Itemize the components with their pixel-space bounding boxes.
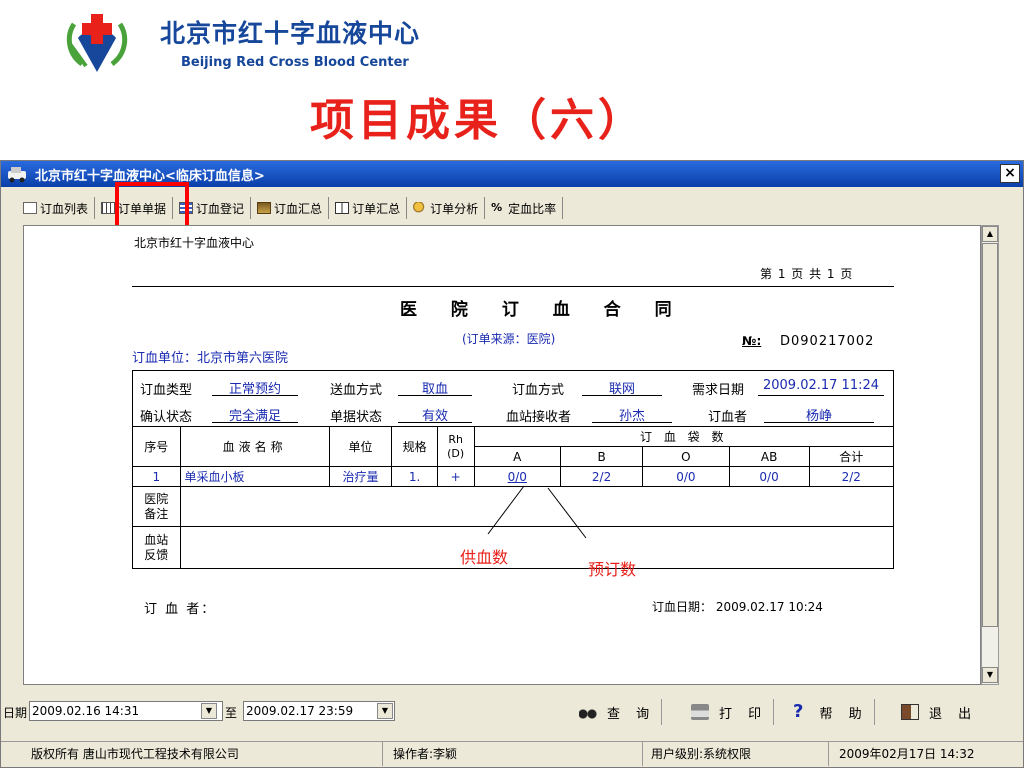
query-label: 查 询: [607, 706, 656, 722]
date-from-value: 2009.02.16 14:31: [32, 704, 140, 718]
cell-b: 2/2: [559, 466, 644, 487]
order-table: 序号 血液名称 单位 规格 Rh (D) 订 血 袋 数 A B O AB 合计…: [132, 370, 895, 569]
hospital-remark-cell[interactable]: [179, 486, 895, 527]
key-icon: [413, 202, 428, 214]
col-header-unit: 单位: [328, 426, 393, 467]
printer-icon: [691, 704, 709, 720]
list-icon: [23, 202, 37, 214]
slide-title: 项目成果（六）: [310, 95, 646, 146]
col-header-a: A: [473, 446, 561, 467]
col-header-spec: 规格: [391, 426, 438, 467]
tab-bar: 订血列表 订单单据 订血登记 订血汇总 订单汇总 订单分析 % 定血比率: [17, 197, 564, 219]
help-label: 帮 助: [819, 706, 868, 722]
tab-label: 订血登记: [196, 201, 245, 216]
orderer-footer: 订 血 者：: [144, 602, 217, 617]
app-car-icon: [8, 167, 26, 183]
scroll-down-icon[interactable]: ▼: [982, 667, 998, 683]
exit-door-icon: [901, 704, 919, 720]
col-header-b: B: [559, 446, 644, 467]
tab-label: 订血汇总: [274, 201, 323, 216]
grid-icon: [101, 202, 116, 214]
exit-label: 退 出: [929, 706, 978, 722]
header-divider: [132, 286, 894, 287]
app-window: 北京市红十字血液中心<临床订血信息> × 订血列表 订单单据 订血登记 订血汇总…: [0, 160, 1024, 768]
binoculars-icon: [579, 704, 597, 720]
blood-center-logo: [66, 14, 128, 72]
exit-button[interactable]: 退 出: [895, 699, 983, 725]
print-label: 打 印: [719, 706, 768, 722]
tab-label: 订单分析: [430, 201, 479, 216]
col-header-ab: AB: [728, 446, 810, 467]
cell-spec: 1.: [391, 466, 438, 487]
query-button[interactable]: 查 询: [573, 699, 663, 725]
station-feedback-label: 血站 反馈: [132, 526, 181, 569]
tab-blood-ratio[interactable]: % 定血比率: [485, 197, 564, 219]
scroll-up-icon[interactable]: ▲: [982, 226, 998, 242]
tab-label: 定血比率: [508, 201, 557, 216]
order-number-label: №:: [742, 334, 762, 348]
summary-icon: [257, 202, 272, 214]
vertical-scrollbar[interactable]: ▲ ▼: [981, 225, 999, 685]
cell-a: 0/0: [473, 466, 561, 487]
cell-seq: 1: [132, 466, 181, 487]
org-name-en: Beijing Red Cross Blood Center: [181, 55, 409, 70]
chevron-down-icon[interactable]: ▼: [377, 703, 393, 719]
tab-order-summary[interactable]: 订单汇总: [329, 197, 408, 219]
tab-order-list[interactable]: 订血列表: [17, 197, 96, 219]
cell-name: 单采血小板: [179, 466, 330, 487]
date-to-value: 2009.02.17 23:59: [246, 704, 354, 718]
date-to-picker[interactable]: 2009.02.17 23:59: [243, 701, 395, 721]
page-info: 第 1 页 共 1 页: [760, 267, 854, 281]
col-header-o: O: [642, 446, 730, 467]
station-feedback-cell[interactable]: [179, 526, 895, 569]
tab-blood-summary[interactable]: 订血汇总: [251, 197, 330, 219]
annotation-supply: 供血数: [460, 548, 509, 567]
document-pane: 北京市红十字血液中心 第 1 页 共 1 页 医 院 订 血 合 同 (订单来源…: [23, 225, 981, 685]
hospital-remark-label: 医院 备注: [132, 486, 181, 527]
order-source: (订单来源：医院): [462, 332, 556, 346]
to-label: 至: [225, 706, 238, 720]
status-datetime: 2009年02月17日 14:32: [839, 747, 975, 761]
status-bar: 版权所有 唐山市现代工程技术有限公司 操作者:李颖 用户级别:系统权限 2009…: [1, 741, 1023, 766]
cell-o: 0/0: [642, 466, 730, 487]
cell-total: 2/2: [808, 466, 895, 487]
col-header-rh: Rh (D): [436, 426, 475, 467]
status-operator: 操作者:李颖: [389, 742, 643, 766]
col-header-total: 合计: [808, 446, 895, 467]
table-row: 1 单采血小板 治疗量 1. + 0/0 2/2 0/0 0/0 2/2: [132, 466, 895, 487]
close-button[interactable]: ×: [1000, 164, 1020, 183]
print-button[interactable]: 打 印: [685, 699, 775, 725]
col-header-name: 血液名称: [179, 426, 330, 467]
field-frame: [132, 370, 894, 427]
tab-label: 订单汇总: [352, 201, 401, 216]
cell-unit: 治疗量: [328, 466, 393, 487]
book-icon: [335, 202, 350, 214]
col-header-bags: 订 血 袋 数: [473, 426, 895, 447]
tab-label: 订血列表: [40, 201, 89, 216]
cell-rh: +: [436, 466, 475, 487]
order-unit: 订血单位：北京市第六医院: [132, 351, 289, 366]
order-number: D090217002: [780, 334, 875, 349]
status-user-level: 用户级别:系统权限: [647, 742, 829, 766]
order-date: 订血日期： 2009.02.17 10:24: [652, 600, 823, 614]
document-title: 医 院 订 血 合 同: [400, 300, 686, 320]
tab-order-analysis[interactable]: 订单分析: [407, 197, 486, 219]
doc-hospital-header: 北京市红十字血液中心: [134, 236, 255, 250]
annotation-ordered: 预订数: [588, 560, 637, 579]
bottom-toolbar: 日期 2009.02.16 14:31 ▼ 至 2009.02.17 23:59…: [1, 699, 1023, 725]
percent-icon: %: [491, 201, 503, 214]
date-from-picker[interactable]: 2009.02.16 14:31: [29, 701, 223, 721]
cell-ab: 0/0: [728, 466, 810, 487]
chevron-down-icon[interactable]: ▼: [201, 703, 217, 719]
col-header-seq: 序号: [132, 426, 181, 467]
status-copyright: 版权所有 唐山市现代工程技术有限公司: [27, 742, 383, 766]
date-label: 日期: [3, 706, 28, 720]
scroll-thumb[interactable]: [982, 243, 998, 627]
help-button[interactable]: ? 帮 助: [787, 699, 875, 725]
help-icon: ?: [793, 701, 810, 722]
org-name-cn: 北京市红十字血液中心: [160, 19, 421, 48]
